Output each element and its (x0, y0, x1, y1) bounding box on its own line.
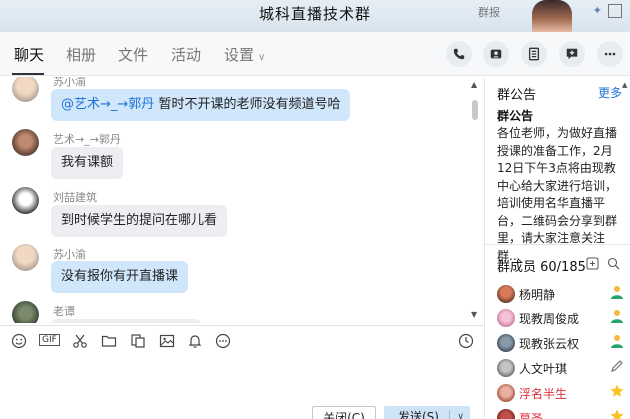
edit-icon (611, 360, 623, 372)
panel-divider (485, 244, 630, 245)
avatar[interactable] (12, 244, 39, 271)
video-call-icon[interactable] (483, 41, 509, 67)
message-text: 没有报你有开直播课 (61, 269, 179, 284)
add-app-icon[interactable] (559, 41, 585, 67)
message-text: 我有课额 (61, 155, 114, 170)
admin-icon (611, 286, 623, 299)
avatar (497, 409, 515, 419)
tab-chat[interactable]: 聊天 (14, 44, 44, 65)
chevron-down-icon[interactable]: ∨ (457, 406, 464, 419)
member-name: 人文叶琪 (519, 362, 568, 376)
avatar[interactable] (12, 77, 39, 102)
active-tab-indicator (12, 73, 44, 75)
avatar (497, 334, 515, 352)
member-name: 浮名半生 (519, 387, 568, 401)
member-tools (586, 257, 620, 270)
avatar (497, 384, 515, 402)
send-button[interactable]: 发送(S) ∨ (384, 406, 470, 419)
phone-icon[interactable] (446, 41, 472, 67)
admin-icon (611, 310, 623, 323)
scroll-up-icon[interactable]: ▲ (471, 80, 477, 89)
message-sender: 刘喆建筑 (53, 191, 97, 204)
scroll-down-icon[interactable]: ▼ (471, 310, 477, 319)
chat-message-list[interactable]: 苏小渝 @艺术→_→郭丹 暂时不开课的老师没有频道号哈 艺术→_→郭丹 我有课额… (0, 77, 484, 323)
more-icon[interactable] (597, 41, 623, 67)
avatar[interactable] (12, 187, 39, 214)
screen-share-icon[interactable] (521, 41, 547, 67)
panel-scrollbar[interactable]: ▲ (622, 77, 628, 137)
folder-icon[interactable] (100, 333, 118, 349)
close-button[interactable]: 关闭(C) (312, 406, 376, 419)
member-item[interactable]: 杨明静 (497, 284, 625, 304)
message-bubble: 我有课额 (51, 147, 124, 179)
message-sender: 老谭 (53, 305, 75, 318)
history-icon[interactable] (457, 333, 475, 349)
bell-icon[interactable] (186, 333, 204, 349)
more-dots-icon[interactable] (214, 333, 232, 349)
search-member-icon[interactable] (607, 257, 620, 270)
send-separator (449, 410, 450, 419)
emoji-icon[interactable] (10, 333, 28, 349)
title-decoration: 群报 ✦ (470, 0, 630, 32)
tab-events[interactable]: 活动 (171, 44, 201, 65)
group-info-panel: 群公告 更多 群公告 各位老师，为做好直播授课的准备工作，2月12日下午3点将由… (484, 77, 630, 419)
scroll-thumb[interactable] (472, 100, 478, 120)
member-name: 幕圣 (519, 412, 544, 419)
announcement-more-link[interactable]: 更多 (598, 84, 622, 101)
message-sender: 苏小渝 (53, 77, 86, 88)
member-item[interactable]: 浮名半生 (497, 383, 625, 403)
add-member-icon[interactable] (586, 257, 599, 270)
gif-icon[interactable]: GIF (39, 334, 60, 346)
mention-link[interactable]: @艺术→_→郭丹 (61, 97, 154, 112)
tab-album[interactable]: 相册 (66, 44, 96, 65)
avatar (497, 359, 515, 377)
input-toolbar: GIF (0, 325, 484, 355)
title-bar: 城科直播技术群 群报 ✦ (0, 0, 630, 32)
message-bubble: @艺术→_→郭丹 暂时不开课的老师没有频道号哈 (51, 89, 351, 121)
avatar[interactable] (12, 129, 39, 156)
tab-settings[interactable]: 设置 ∨ (224, 44, 265, 65)
member-name: 杨明静 (519, 288, 556, 302)
avatar (497, 285, 515, 303)
member-item[interactable]: 现教张云权 (497, 333, 625, 353)
avatar (497, 309, 515, 327)
star-icon (610, 409, 624, 419)
message-text: 暂时不开课的老师没有频道号哈 (158, 97, 341, 112)
message-input[interactable] (0, 355, 484, 403)
member-item[interactable]: 现教周俊成 (497, 308, 625, 328)
top-right-tag: 群报 (478, 6, 500, 19)
message-bubble: 到时候学生的提问在哪儿看 (51, 205, 228, 237)
member-name: 现教张云权 (519, 337, 580, 351)
member-name: 现教周俊成 (519, 312, 580, 326)
tab-bar: 聊天 相册 文件 活动 设置 ∨ (0, 32, 630, 76)
chat-scrollbar[interactable]: ▲ ▼ (471, 80, 479, 320)
message-text: 到时候学生的提问在哪儿看 (61, 213, 218, 228)
chevron-down-icon: ∨ (258, 52, 266, 63)
tab-settings-label: 设置 (224, 46, 255, 64)
scissors-icon[interactable] (71, 333, 89, 349)
send-button-label: 发送(S) (398, 410, 439, 419)
message-sender: 艺术→_→郭丹 (53, 133, 121, 146)
member-item[interactable]: 人文叶琪 (497, 358, 625, 378)
avatar[interactable] (12, 301, 39, 323)
scroll-up-icon[interactable]: ▲ (622, 81, 627, 89)
announcement-title: 群公告 (497, 109, 534, 123)
tab-files[interactable]: 文件 (118, 44, 148, 65)
member-count-header: 群成员 60/185 (497, 260, 586, 275)
message-sender: 苏小渝 (53, 248, 86, 261)
doc-icon[interactable] (129, 333, 147, 349)
admin-icon (611, 335, 623, 348)
avatar-decoration (532, 0, 572, 32)
minimize-icon[interactable] (608, 4, 622, 18)
message-bubble: 没有报你有开直播课 (51, 261, 189, 293)
message-bubble (51, 319, 201, 323)
star-icon: ✦ (592, 4, 602, 17)
star-icon (610, 384, 624, 397)
image-icon[interactable] (158, 333, 176, 349)
member-item[interactable]: 幕圣 (497, 408, 625, 419)
announcement-header: 群公告 (497, 88, 537, 103)
